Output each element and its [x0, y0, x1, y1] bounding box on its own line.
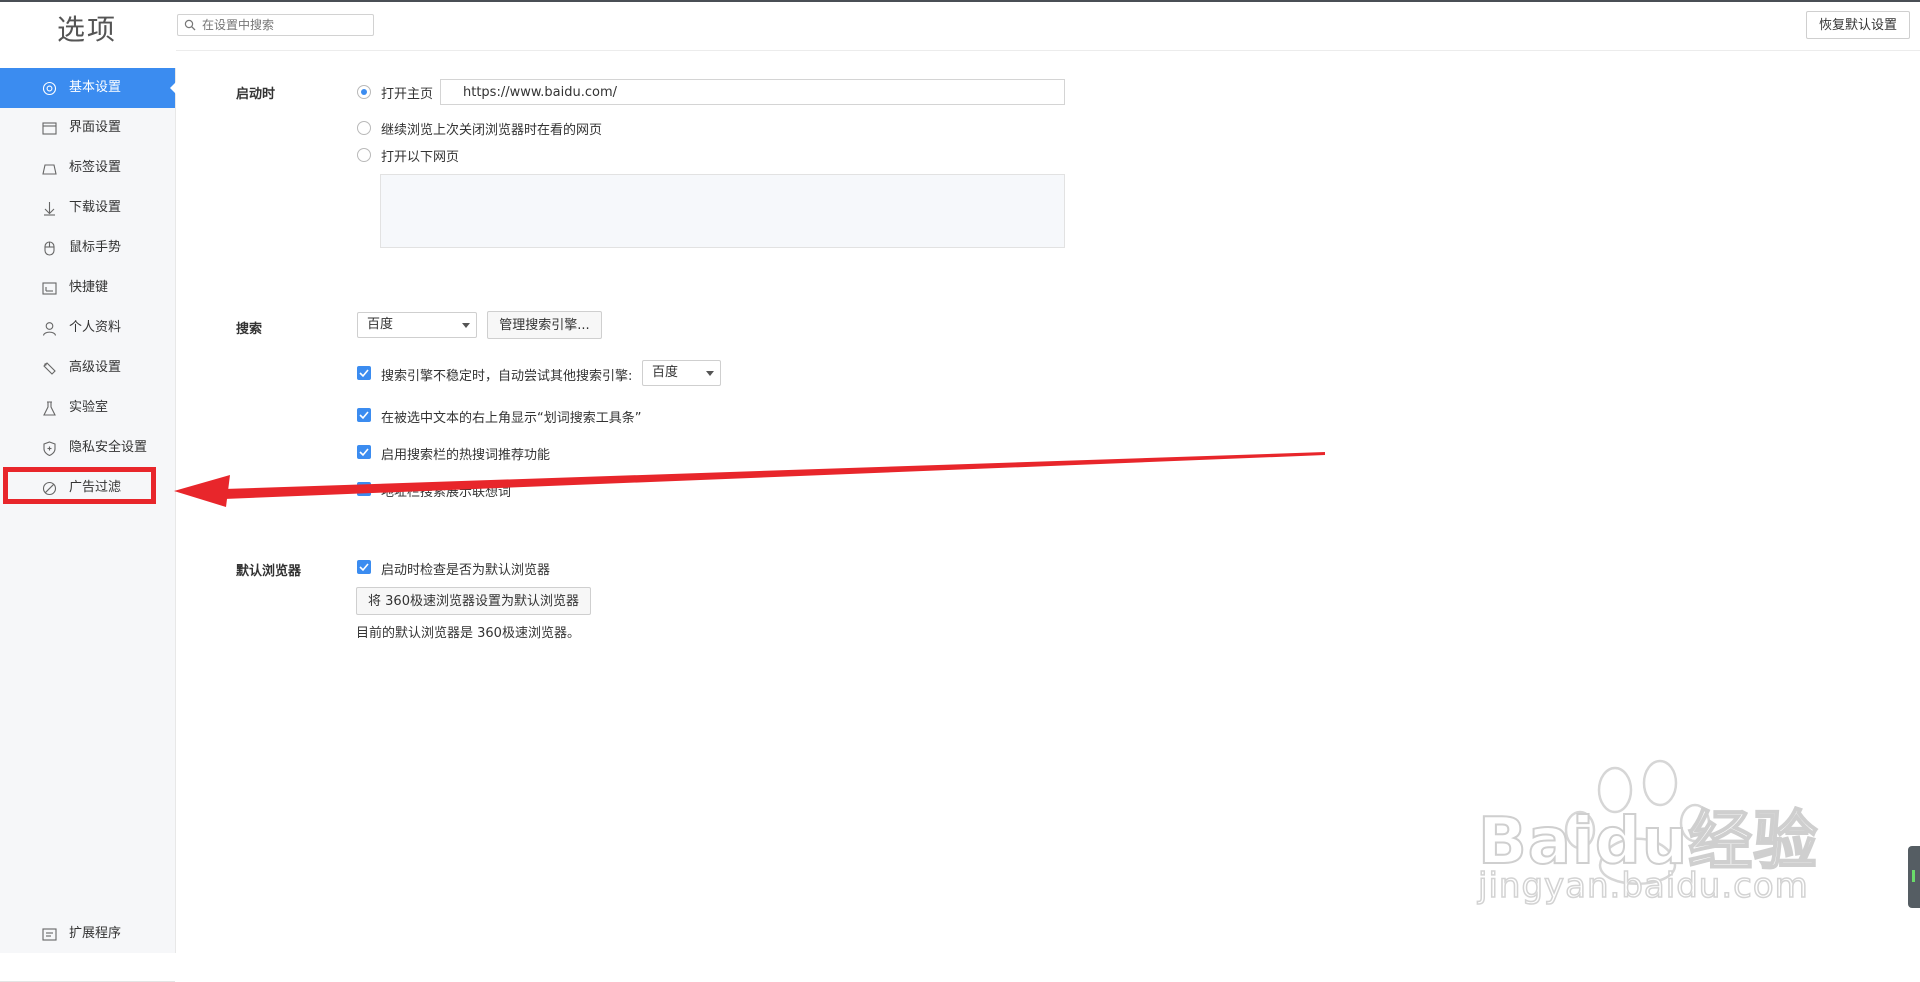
floating-side-widget[interactable]: [1908, 846, 1920, 908]
watermark-url: jingyan.baidu.com: [1477, 865, 1809, 907]
